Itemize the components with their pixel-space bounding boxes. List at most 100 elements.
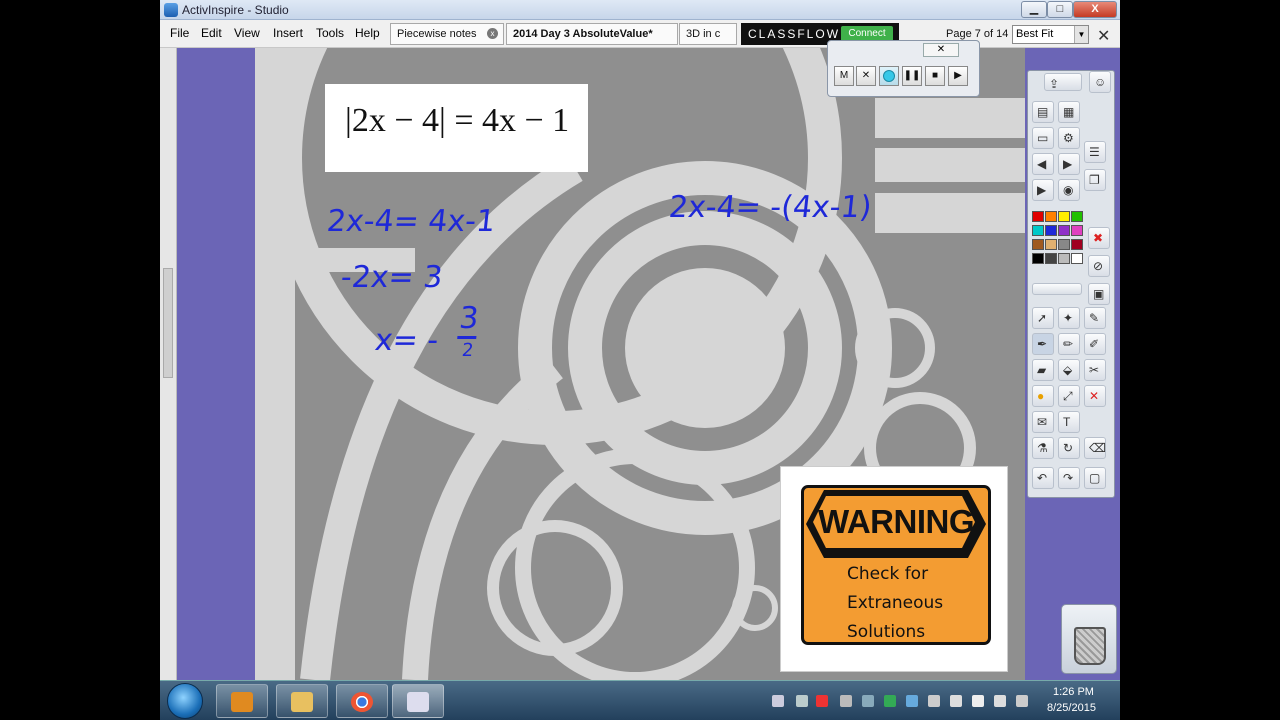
tab-piecewise-notes[interactable]: Piecewise notes x: [390, 23, 504, 45]
page-reset-icon[interactable]: ▣: [1088, 283, 1110, 305]
tab-absolute-value[interactable]: 2014 Day 3 AbsoluteValue*: [506, 23, 678, 45]
color-swatch-blue[interactable]: [1045, 225, 1057, 236]
delete-icon[interactable]: ✖: [1088, 227, 1110, 249]
title-bar[interactable]: ActivInspire - Studio ▁ □ X: [160, 0, 1120, 20]
recorder-mute-button[interactable]: M: [834, 66, 854, 86]
tab-close-icon[interactable]: x: [487, 28, 498, 39]
tray-icon-1[interactable]: [772, 695, 784, 707]
redo-icon[interactable]: ↷: [1058, 467, 1080, 489]
volume-icon[interactable]: [994, 695, 1006, 707]
globe-icon[interactable]: ◉: [1058, 179, 1080, 201]
taskbar-chrome[interactable]: [336, 684, 388, 718]
tools-icon[interactable]: ⚙: [1058, 127, 1080, 149]
tray-icon-12[interactable]: [1016, 695, 1028, 707]
clear-icon[interactable]: ⌫: [1084, 437, 1106, 459]
tray-icon-7[interactable]: [906, 695, 918, 707]
copy-page-icon[interactable]: ❐: [1084, 169, 1106, 191]
menu-insert[interactable]: Insert: [273, 26, 303, 40]
recorder-record-button[interactable]: [879, 66, 899, 86]
trash-can[interactable]: [1061, 604, 1117, 674]
clock-time[interactable]: 1:26 PM: [1053, 686, 1094, 698]
scissors-icon[interactable]: ✂: [1084, 359, 1106, 381]
network-icon[interactable]: [972, 695, 984, 707]
next-page-icon[interactable]: ▶: [1058, 153, 1080, 175]
refresh-icon[interactable]: ↻: [1058, 437, 1080, 459]
magic-wand-icon[interactable]: ✦: [1058, 307, 1080, 329]
toolbox-menu-button[interactable]: ⇪: [1044, 73, 1082, 91]
taskbar-explorer[interactable]: [276, 684, 328, 718]
screen-recorder[interactable]: ✕ M ✕ ❚❚ ■ ▶: [827, 40, 980, 97]
color-swatch-gray[interactable]: [1058, 239, 1070, 250]
page-browser-icon[interactable]: ▤: [1032, 101, 1054, 123]
reset-icon[interactable]: ⊘: [1088, 255, 1110, 277]
profile-icon[interactable]: ☺: [1089, 71, 1111, 93]
stamp-icon[interactable]: ✉: [1032, 411, 1054, 433]
color-swatch-red[interactable]: [1032, 211, 1044, 222]
taskbar-activinspire[interactable]: [392, 684, 444, 718]
start-button[interactable]: [167, 683, 203, 719]
color-swatch-magenta[interactable]: [1071, 225, 1083, 236]
connector-icon[interactable]: ⤢: [1058, 385, 1080, 407]
tray-icon-2[interactable]: [796, 695, 808, 707]
recorder-pause-button[interactable]: ❚❚: [902, 66, 922, 86]
color-swatch-lightgray[interactable]: [1058, 253, 1070, 264]
marker-icon[interactable]: ✐: [1084, 333, 1106, 355]
color-swatch-white[interactable]: [1071, 253, 1083, 264]
left-scrollbar-thumb[interactable]: [163, 268, 173, 378]
maximize-button[interactable]: □: [1047, 1, 1073, 18]
chevron-down-icon[interactable]: ▼: [1074, 26, 1088, 43]
zoom-select[interactable]: Best Fit ▼: [1012, 25, 1089, 44]
recorder-close-button[interactable]: ✕: [923, 43, 959, 57]
camera-icon[interactable]: ⚗: [1032, 437, 1054, 459]
tray-shield-icon[interactable]: [816, 695, 828, 707]
color-swatch-green[interactable]: [1071, 211, 1083, 222]
fill-bucket-icon[interactable]: ⬙: [1058, 359, 1080, 381]
recorder-play-button[interactable]: ▶: [948, 66, 968, 86]
close-tool-icon[interactable]: ✕: [1084, 385, 1106, 407]
menu-tools[interactable]: Tools: [316, 26, 344, 40]
menu-file[interactable]: File: [170, 26, 189, 40]
color-swatch-maroon[interactable]: [1071, 239, 1083, 250]
highlighter-icon[interactable]: ✏: [1058, 333, 1080, 355]
menu-edit[interactable]: Edit: [201, 26, 222, 40]
text-icon[interactable]: T: [1058, 411, 1080, 433]
close-button[interactable]: X: [1073, 1, 1117, 18]
warning-image[interactable]: WARNING Check for Extraneous Solutions: [780, 466, 1008, 672]
color-swatch-brown[interactable]: [1032, 239, 1044, 250]
select-icon[interactable]: ➚: [1032, 307, 1054, 329]
tray-icon-5[interactable]: [862, 695, 874, 707]
previous-page-icon[interactable]: ◀: [1032, 153, 1054, 175]
pen-width-slider[interactable]: [1032, 283, 1082, 295]
fill-icon[interactable]: ✎: [1084, 307, 1106, 329]
flipchart-canvas[interactable]: |2x − 4| = 4x − 1 2x-4= 4x-1 -2x= 3 x= -…: [255, 48, 1025, 680]
minimize-button[interactable]: ▁: [1021, 1, 1047, 18]
color-swatch-tan[interactable]: [1045, 239, 1057, 250]
shape-icon[interactable]: ●: [1032, 385, 1054, 407]
recorder-stop-button[interactable]: ■: [925, 66, 945, 86]
tray-icon-8[interactable]: [928, 695, 940, 707]
taskbar-media-player[interactable]: [216, 684, 268, 718]
recorder-cancel-button[interactable]: ✕: [856, 66, 876, 86]
toolbox-collapse-icon[interactable]: ✕: [1097, 26, 1110, 46]
eraser-icon[interactable]: ▰: [1032, 359, 1054, 381]
tray-sync-icon[interactable]: [884, 695, 896, 707]
property-browser-icon[interactable]: ☰: [1084, 141, 1106, 163]
color-swatch-darkgray[interactable]: [1045, 253, 1057, 264]
color-swatch-purple[interactable]: [1058, 225, 1070, 236]
resource-browser-icon[interactable]: ▦: [1058, 101, 1080, 123]
pen-icon[interactable]: ✒: [1032, 333, 1054, 355]
play-icon[interactable]: ▶: [1032, 179, 1054, 201]
menu-view[interactable]: View: [234, 26, 260, 40]
color-swatch-black[interactable]: [1032, 253, 1044, 264]
clock-date[interactable]: 8/25/2015: [1047, 702, 1096, 714]
menu-help[interactable]: Help: [355, 26, 380, 40]
tray-icon-9[interactable]: [950, 695, 962, 707]
tab-3d[interactable]: 3D in c: [679, 23, 737, 45]
undo-icon[interactable]: ↶: [1032, 467, 1054, 489]
lock-icon[interactable]: ▢: [1084, 467, 1106, 489]
color-swatch-cyan[interactable]: [1032, 225, 1044, 236]
desktop-icon[interactable]: ▭: [1032, 127, 1054, 149]
color-swatch-yellow[interactable]: [1058, 211, 1070, 222]
tray-icon-4[interactable]: [840, 695, 852, 707]
equation-box[interactable]: |2x − 4| = 4x − 1: [325, 84, 588, 172]
